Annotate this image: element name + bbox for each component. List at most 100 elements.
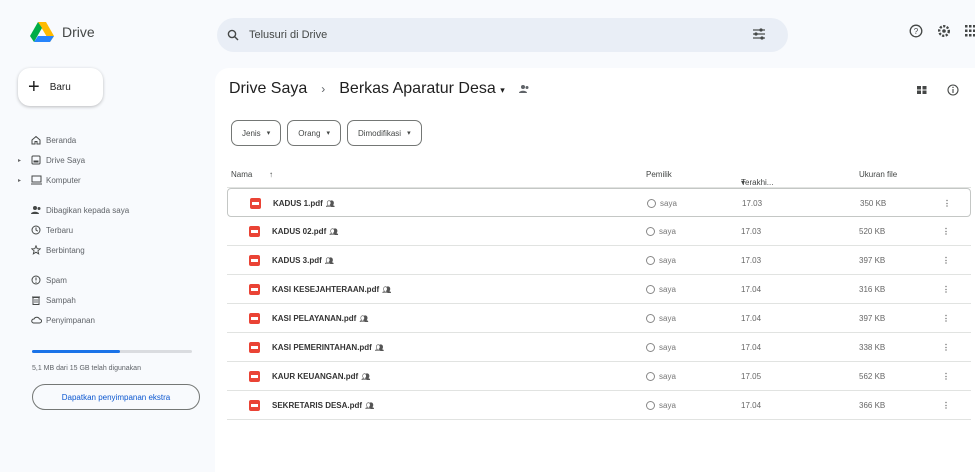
get-more-storage-button[interactable]: Dapatkan penyimpanan ekstra bbox=[32, 384, 200, 410]
view-controls bbox=[917, 84, 959, 96]
table-row[interactable]: KASI PEMERINTAHAN.pdf 👥︎ saya 17.04 338 KB ⋮ bbox=[227, 333, 971, 362]
file-size: 338 KB bbox=[859, 343, 886, 352]
file-owner: saya bbox=[646, 227, 676, 236]
drive-logo[interactable]: Drive bbox=[30, 22, 95, 42]
breadcrumb-current-folder[interactable]: Berkas Aparatur Desa ▾ bbox=[339, 80, 505, 98]
expand-arrow-icon[interactable]: ▸ bbox=[18, 177, 26, 184]
sidebar-item-my-drive[interactable]: ▸ Drive Saya bbox=[18, 150, 208, 170]
computer-icon bbox=[26, 175, 46, 185]
column-header-owner[interactable]: Pemilik bbox=[646, 170, 672, 179]
pdf-file-icon bbox=[249, 226, 260, 237]
sidebar-item-storage[interactable]: Penyimpanan bbox=[18, 310, 208, 330]
column-header-name[interactable]: Nama bbox=[231, 170, 252, 179]
sidebar-item-label: Drive Saya bbox=[46, 155, 86, 165]
more-actions-icon[interactable]: ⋮ bbox=[942, 372, 950, 381]
shared-icon: 👥︎ bbox=[365, 403, 374, 410]
search-icon[interactable] bbox=[227, 29, 239, 41]
file-size: 397 KB bbox=[859, 256, 886, 265]
more-actions-icon[interactable]: ⋮ bbox=[942, 227, 950, 236]
file-name: KAUR KEUANGAN.pdf 👥︎ bbox=[272, 372, 371, 381]
filter-modified-chip[interactable]: Dimodifikasi ▾ bbox=[346, 120, 422, 146]
filter-people-chip[interactable]: Orang ▾ bbox=[287, 120, 341, 146]
my-drive-icon bbox=[26, 155, 46, 165]
breadcrumb-root[interactable]: Drive Saya bbox=[229, 80, 307, 98]
sidebar-item-label: Spam bbox=[46, 275, 67, 285]
table-row[interactable]: KASI KESEJAHTERAAN.pdf 👥︎ saya 17.04 316 KB ⋮ bbox=[227, 275, 971, 304]
file-modified: 17.04 bbox=[741, 314, 762, 323]
plus-icon: + bbox=[28, 76, 40, 98]
search-input[interactable]: Telusuri di Drive bbox=[249, 29, 327, 41]
sort-arrow-up-icon[interactable]: ↑ bbox=[269, 170, 273, 179]
filter-chips: Jenis ▾ Orang ▾ Dimodifikasi ▾ bbox=[231, 120, 422, 146]
folder-title: Berkas Aparatur Desa bbox=[339, 80, 496, 97]
pdf-file-icon bbox=[249, 284, 260, 295]
avatar-icon bbox=[646, 401, 655, 410]
search-options-icon[interactable] bbox=[752, 27, 766, 41]
pdf-file-icon bbox=[249, 400, 260, 411]
cloud-icon bbox=[26, 315, 46, 325]
sidebar-item-label: Penyimpanan bbox=[46, 315, 95, 325]
file-owner: saya bbox=[646, 256, 676, 265]
help-icon[interactable]: ? bbox=[909, 24, 923, 38]
drive-logo-icon bbox=[30, 22, 54, 42]
more-actions-icon[interactable]: ⋮ bbox=[942, 343, 950, 352]
table-row[interactable]: SEKRETARIS DESA.pdf 👥︎ saya 17.04 366 KB ⋮ bbox=[227, 391, 971, 420]
table-row[interactable]: KAUR KEUANGAN.pdf 👥︎ saya 17.05 562 KB ⋮ bbox=[227, 362, 971, 391]
top-right-icons: ? bbox=[909, 24, 975, 38]
file-list: KADUS 1.pdf 👥︎ saya 17.03 350 KB ⋮ KADUS 02.pd… bbox=[227, 188, 971, 420]
more-actions-icon[interactable]: ⋮ bbox=[942, 285, 950, 294]
trash-icon bbox=[26, 295, 46, 305]
more-actions-icon[interactable]: ⋮ bbox=[942, 256, 950, 265]
column-header-size[interactable]: Ukuran file bbox=[859, 170, 897, 179]
filter-type-chip[interactable]: Jenis ▾ bbox=[231, 120, 282, 146]
storage-progress-bar bbox=[32, 350, 192, 353]
shared-icon: 👥︎ bbox=[361, 374, 371, 381]
pdf-file-icon bbox=[249, 342, 260, 353]
file-owner: saya bbox=[646, 314, 676, 323]
caret-down-icon: ▾ bbox=[407, 130, 411, 137]
caret-down-icon: ▾ bbox=[326, 130, 330, 137]
table-row[interactable]: KADUS 3.pdf 👥︎ saya 17.03 397 KB ⋮ bbox=[227, 246, 971, 275]
sidebar-item-home[interactable]: Beranda bbox=[18, 130, 208, 150]
more-actions-icon[interactable]: ⋮ bbox=[942, 314, 950, 323]
sidebar-item-computers[interactable]: ▸ Komputer bbox=[18, 170, 208, 190]
new-button[interactable]: + Baru bbox=[18, 68, 103, 106]
file-modified: 17.05 bbox=[741, 372, 762, 381]
breadcrumb: Drive Saya › Berkas Aparatur Desa ▾ bbox=[229, 80, 530, 98]
expand-arrow-icon[interactable]: ▸ bbox=[18, 157, 26, 164]
sidebar-item-label: Sampah bbox=[46, 295, 76, 305]
sidebar-item-spam[interactable]: Spam bbox=[18, 270, 208, 290]
table-row[interactable]: KADUS 02.pdf 👥︎ saya 17.03 520 KB ⋮ bbox=[227, 217, 971, 246]
apps-grid-icon[interactable] bbox=[965, 24, 975, 38]
grid-view-icon[interactable] bbox=[917, 84, 927, 96]
sidebar-item-label: Terbaru bbox=[46, 225, 74, 235]
sidebar-item-recent[interactable]: Terbaru bbox=[18, 220, 208, 240]
sidebar-item-trash[interactable]: Sampah bbox=[18, 290, 208, 310]
file-size: 366 KB bbox=[859, 401, 886, 410]
sidebar-item-shared[interactable]: Dibagikan kepada saya bbox=[18, 200, 208, 220]
more-actions-icon[interactable]: ⋮ bbox=[943, 199, 951, 208]
file-modified: 17.04 bbox=[741, 285, 762, 294]
breadcrumb-separator: › bbox=[321, 82, 326, 96]
sidebar-item-starred[interactable]: Berbintang bbox=[18, 240, 208, 260]
file-owner: saya bbox=[646, 401, 676, 410]
avatar-icon bbox=[646, 372, 655, 381]
pdf-file-icon bbox=[249, 371, 260, 382]
file-size: 520 KB bbox=[859, 227, 886, 236]
file-modified: 17.04 bbox=[741, 401, 762, 410]
avatar-icon bbox=[646, 314, 655, 323]
sidebar-item-label: Beranda bbox=[46, 135, 77, 145]
file-owner: saya bbox=[646, 372, 676, 381]
info-icon[interactable] bbox=[947, 84, 959, 96]
more-actions-icon[interactable]: ⋮ bbox=[942, 401, 950, 410]
sidebar: + Baru Beranda ▸ Drive Saya ▸ Komputer D… bbox=[18, 68, 208, 410]
table-row[interactable]: KASI PELAYANAN.pdf 👥︎ saya 17.04 397 KB ⋮ bbox=[227, 304, 971, 333]
search-bar[interactable]: Telusuri di Drive bbox=[217, 18, 788, 52]
pdf-file-icon bbox=[249, 255, 260, 266]
file-size: 562 KB bbox=[859, 372, 886, 381]
settings-gear-icon[interactable] bbox=[937, 24, 951, 38]
file-size: 350 KB bbox=[860, 199, 887, 208]
spam-icon bbox=[26, 275, 46, 285]
file-modified: 17.03 bbox=[741, 227, 762, 236]
table-row[interactable]: KADUS 1.pdf 👥︎ saya 17.03 350 KB ⋮ bbox=[227, 188, 971, 217]
